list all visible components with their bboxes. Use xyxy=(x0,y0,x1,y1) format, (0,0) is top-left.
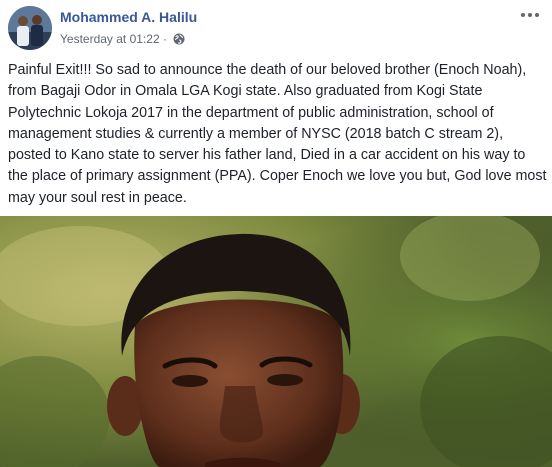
author-name[interactable]: Mohammed A. Halilu xyxy=(60,9,197,25)
post-meta: Yesterday at 01:22 · xyxy=(60,31,185,47)
avatar-photo xyxy=(8,6,52,50)
post-header: Mohammed A. Halilu Yesterday at 01:22 · xyxy=(0,0,552,56)
avatar[interactable] xyxy=(8,6,52,50)
post-photo[interactable] xyxy=(0,216,552,467)
post-timestamp[interactable]: Yesterday at 01:22 xyxy=(60,32,160,46)
meta-separator: · xyxy=(162,31,167,46)
post-text: Painful Exit!!! So sad to announce the d… xyxy=(8,62,547,206)
globe-icon[interactable] xyxy=(173,33,185,45)
portrait-image xyxy=(0,216,552,467)
more-options-icon[interactable] xyxy=(516,6,544,24)
